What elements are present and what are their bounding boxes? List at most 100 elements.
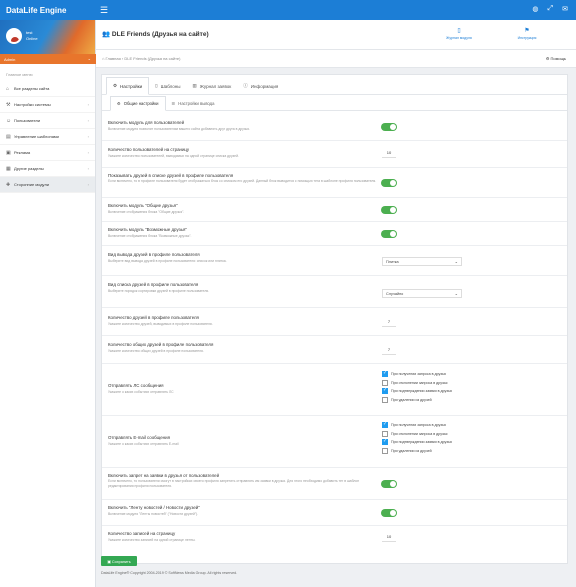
users-per-page-input[interactable]: 10 [382,150,396,158]
email-option-remove[interactable]: При удалении из друзей [382,447,452,456]
breadcrumb: ⌂ Главная › DLE Friends (Друзья на сайте… [96,50,576,68]
email-option-decline[interactable]: При отклонении запроса в друзья [382,430,452,439]
profile-card: test Online Admin ⌄ [0,20,96,64]
friends-count-input[interactable]: 7 [382,319,396,327]
sidebar-item-label: Настройки системы [14,102,51,107]
tab-request-log[interactable]: ▥ Журнал заявок [187,78,238,94]
email-option-request[interactable]: При получении запроса в друзья [382,421,452,430]
instruction-button[interactable]: ⚑ Инструкция [504,27,550,40]
friends-view-select[interactable]: Плитка ⌄ [382,257,462,266]
profile-role-bar[interactable]: Admin ⌄ [0,54,96,64]
sidebar-item-ads[interactable]: ▣ Реклама › [0,145,95,161]
setting-desc: Если включено, то в профиле пользователя… [108,179,377,183]
sidebar-item-modules[interactable]: ✚ Сторонние модули › [0,177,95,193]
expand-icon[interactable]: ⤢ [548,5,554,13]
menu-toggle-icon[interactable]: ☰ [100,5,108,16]
profile-role: Admin [4,57,16,62]
subtab-output[interactable]: ☰ Настройки вывода [166,97,221,110]
setting-row-friends-view: Вид вывода друзей в профиле пользователя… [102,246,567,276]
enable-module-toggle[interactable] [381,123,397,131]
checkbox-label: При отклонении запроса в друзья [391,431,448,436]
tab-settings[interactable]: ⚙ Настройки [106,77,150,95]
template-icon: ▤ [6,133,11,140]
globe-icon[interactable]: ◍ [532,5,538,13]
checkbox-label: При удалении из друзей [391,449,432,454]
tab-info[interactable]: ⓘ Информация [237,78,284,94]
pm-option-decline[interactable]: При отклонении запроса в друзья [382,379,452,388]
breadcrumb-home[interactable]: Главная [106,56,121,61]
sidebar-item-other[interactable]: ▦ Другие разделы › [0,161,95,177]
gear-icon: ⚙ [113,83,118,88]
setting-desc: Включение отображения блока "Общие друзь… [108,210,185,214]
sidebar: test Online Admin ⌄ Главное меню ⌂ Все р… [0,20,96,587]
common-count-input[interactable]: 7 [382,347,396,355]
tab-templates[interactable]: ▯ Шаблоны [149,78,186,94]
setting-title: Количество пользователей на страницу [108,147,190,152]
common-friends-toggle[interactable] [381,206,397,214]
chart-icon: ▥ [192,83,197,88]
help-link[interactable]: ⚙ Помощь [546,56,566,61]
breadcrumb-current: DLE Friends (Друзья на сайте) [124,56,181,61]
request-ban-toggle[interactable] [381,480,397,488]
help-label: Помощь [550,56,566,61]
checkbox[interactable] [382,448,388,455]
email-option-confirm[interactable]: При подтверждении заявки в друзья [382,438,452,447]
puzzle-icon: ✚ [6,181,11,188]
checkbox[interactable] [382,379,388,386]
possible-friends-toggle[interactable] [381,230,397,238]
sidebar-item-label: Другие разделы [14,166,44,171]
setting-title: Показывать друзей в списке друзей в проф… [108,173,234,178]
chevron-right-icon: › [87,118,89,123]
flag-icon: ⚑ [524,28,530,34]
setting-desc: Выберите вид вывода друзей в профиле пол… [108,259,227,263]
pm-option-request[interactable]: При получении запроса в друзья [382,370,452,379]
checkbox-label: При подтверждении заявки в друзья [391,389,452,394]
setting-row-common-friends: Включить модуль "Общие друзья" Включение… [102,198,567,222]
news-feed-toggle[interactable] [381,509,397,517]
sidebar-item-all-sections[interactable]: ⌂ Все разделы сайта [0,81,95,97]
avatar[interactable] [6,28,22,44]
setting-row-friends-sort: Вид списка друзей в профиле пользователя… [102,276,567,308]
save-button[interactable]: ▣ Сохранить [101,556,137,566]
setting-row-users-per-page: Количество пользователей на страницу Ука… [102,141,567,168]
setting-row-common-count: Количество общих друзей в профиле пользо… [102,336,567,364]
chevron-right-icon: › [87,102,89,107]
mail-icon[interactable]: ✉ [562,5,568,13]
show-friends-profile-toggle[interactable] [381,179,397,187]
page-title-text: DLE Friends (Друзья на сайте) [111,31,209,38]
module-log-label: Журнал модуля [446,36,472,40]
sidebar-item-templates[interactable]: ▤ Управление шаблонами › [0,129,95,145]
setting-title: Включить модуль для пользователей [108,120,185,125]
setting-row-show-friends-profile: Показывать друзей в списке друзей в проф… [102,168,567,198]
friends-sort-select[interactable]: Случайно ⌄ [382,289,462,298]
setting-row-enable-module: Включить модуль для пользователей Включе… [102,113,567,141]
checkbox[interactable] [382,397,388,404]
checkbox[interactable] [382,421,388,429]
subtab-general[interactable]: ⚙ Общие настройки [110,96,166,111]
module-log-button[interactable]: ▯ Журнал модуля [436,27,482,40]
setting-title: Включить модуль "Возможные друзья" [108,227,187,232]
checkbox[interactable] [382,430,388,437]
app-brand[interactable]: DataLife Engine [0,6,96,15]
checkbox[interactable] [382,438,388,446]
setting-row-pm-notifications: Отправлять ЛС сообщения Укажите о каких … [102,364,567,416]
subtab-label: Настройки вывода [178,101,215,106]
sidebar-item-users[interactable]: ☺ Пользователи › [0,113,95,129]
setting-row-news-feed: Включить "Ленту новостей / Новости друзе… [102,500,567,526]
sidebar-item-label: Реклама [14,150,31,155]
file-icon: ▯ [457,28,461,34]
gear-icon: ⚙ [117,101,121,106]
setting-title: Включить запрет на заявки в друзья от по… [108,473,220,478]
checkbox[interactable] [382,370,388,378]
pm-option-remove[interactable]: При удалении из друзей [382,396,452,405]
setting-desc: Выберите порядок сортировки друзей в про… [108,289,210,293]
users-icon: ☺ [6,117,12,124]
sidebar-item-system-settings[interactable]: ⚒ Настройки системы › [0,97,95,113]
info-icon: ⓘ [243,83,248,88]
checkbox[interactable] [382,387,388,395]
setting-desc: Укажите количество записей на одной стра… [108,538,196,542]
setting-title: Включить модуль "Общие друзья" [108,203,178,208]
feed-per-page-input[interactable]: 10 [382,534,396,542]
pm-option-confirm[interactable]: При подтверждении заявки в друзья [382,387,452,396]
setting-row-request-ban: Включить запрет на заявки в друзья от по… [102,468,567,500]
